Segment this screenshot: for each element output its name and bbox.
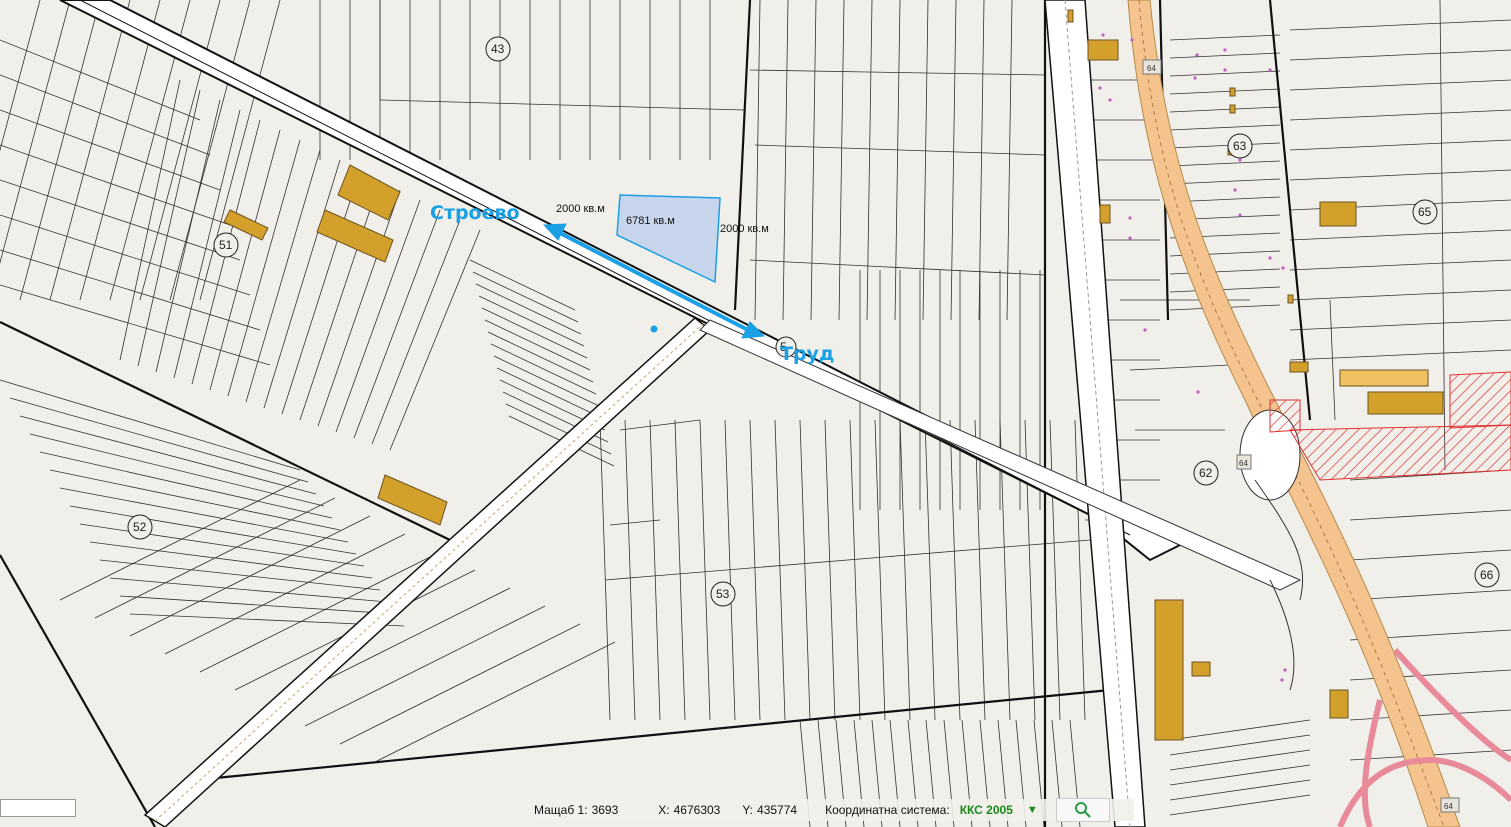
scale-value: 3693 [591,803,619,817]
dropdown-triangle-icon[interactable]: ▼ [1027,804,1038,816]
svg-text:66: 66 [1480,568,1494,582]
svg-text:43: 43 [491,42,505,56]
crs-value[interactable]: ККС 2005 [960,803,1013,817]
parcel-number-53: 53 [710,581,736,607]
x-coord-value: 4676303 [673,803,721,817]
town-label-stroevo: Строево [430,202,520,224]
area-label-left: 2000 кв.м [556,203,605,215]
parcel-number-62: 62 [1193,460,1219,486]
crs-label: Координатна система: [825,803,950,817]
svg-text:51: 51 [219,238,233,252]
y-coord-label: Y: [742,803,754,817]
svg-text:53: 53 [716,587,730,601]
town-label-trud: Труд [780,343,834,365]
parcel-number-66: 66 [1474,562,1500,588]
parcel-number-43: 43 [485,36,511,62]
search-button[interactable] [1055,798,1110,822]
parcel-number-63: 63 [1227,133,1253,159]
hatched-parcel [1289,424,1511,481]
cadastral-map[interactable]: 64 64 64 43 51 52 53 62 63 65 66 5 2000 … [0,0,1511,827]
svg-text:64: 64 [1444,802,1453,811]
svg-text:64: 64 [1147,64,1156,73]
parcel-number-51: 51 [213,232,239,258]
svg-text:62: 62 [1199,466,1213,480]
y-coord-value: 435774 [757,803,798,817]
hatched-parcel-2 [1449,371,1511,429]
x-coord-label: X: [658,803,670,817]
scale-label: Мащаб 1: [534,803,588,817]
area-label-right: 2000 кв.м [720,223,769,235]
svg-text:63: 63 [1233,139,1247,153]
area-label-center: 6781 кв.м [626,215,675,227]
svg-text:52: 52 [133,520,147,534]
status-bar: Мащаб 1: 3693 X: 4676303 Y: 435774 Коорд… [534,798,1134,822]
hatched-parcel-3 [1269,399,1301,433]
svg-text:65: 65 [1418,205,1432,219]
svg-text:64: 64 [1239,459,1248,468]
search-icon [1074,802,1091,818]
location-dot [650,325,658,333]
scale-bar [0,799,76,817]
parcel-number-65: 65 [1412,199,1438,225]
parcel-number-52: 52 [127,514,153,540]
